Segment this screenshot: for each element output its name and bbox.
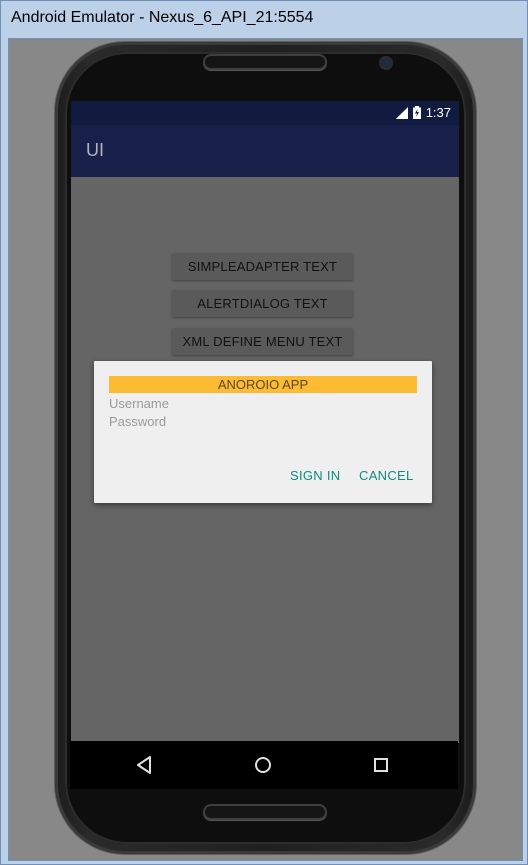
status-time: 1:37 bbox=[425, 105, 451, 120]
bottom-speaker bbox=[205, 806, 325, 818]
top-speaker bbox=[205, 56, 325, 68]
password-field[interactable]: Password bbox=[109, 414, 166, 429]
alertdialog-button[interactable]: ALERTDIALOG TEXT bbox=[172, 290, 353, 317]
app-bar-title: UI bbox=[86, 140, 104, 160]
recents-icon[interactable] bbox=[370, 754, 392, 776]
cancel-button[interactable]: CANCEL bbox=[359, 468, 414, 483]
xml-define-menu-button[interactable]: XML DEFINE MENU TEXT bbox=[172, 328, 353, 355]
dialog-title: ANOROIO APP bbox=[109, 376, 417, 393]
status-bar: 1:37 bbox=[71, 101, 459, 125]
battery-charging-icon bbox=[412, 106, 421, 119]
home-icon[interactable] bbox=[252, 754, 274, 776]
window-title: Android Emulator - Nexus_6_API_21:5554 bbox=[11, 9, 314, 26]
signal-icon bbox=[395, 106, 408, 119]
simpleadapter-button[interactable]: SIMPLEADAPTER TEXT bbox=[172, 253, 353, 280]
login-dialog: ANOROIO APP Username Password SIGN IN CA… bbox=[94, 361, 432, 503]
back-icon[interactable] bbox=[134, 754, 156, 776]
sign-in-button[interactable]: SIGN IN bbox=[290, 468, 341, 483]
app-bar: UI bbox=[71, 125, 459, 177]
nav-bar bbox=[70, 741, 458, 789]
camera-icon bbox=[381, 58, 391, 68]
username-field[interactable]: Username bbox=[109, 396, 169, 411]
